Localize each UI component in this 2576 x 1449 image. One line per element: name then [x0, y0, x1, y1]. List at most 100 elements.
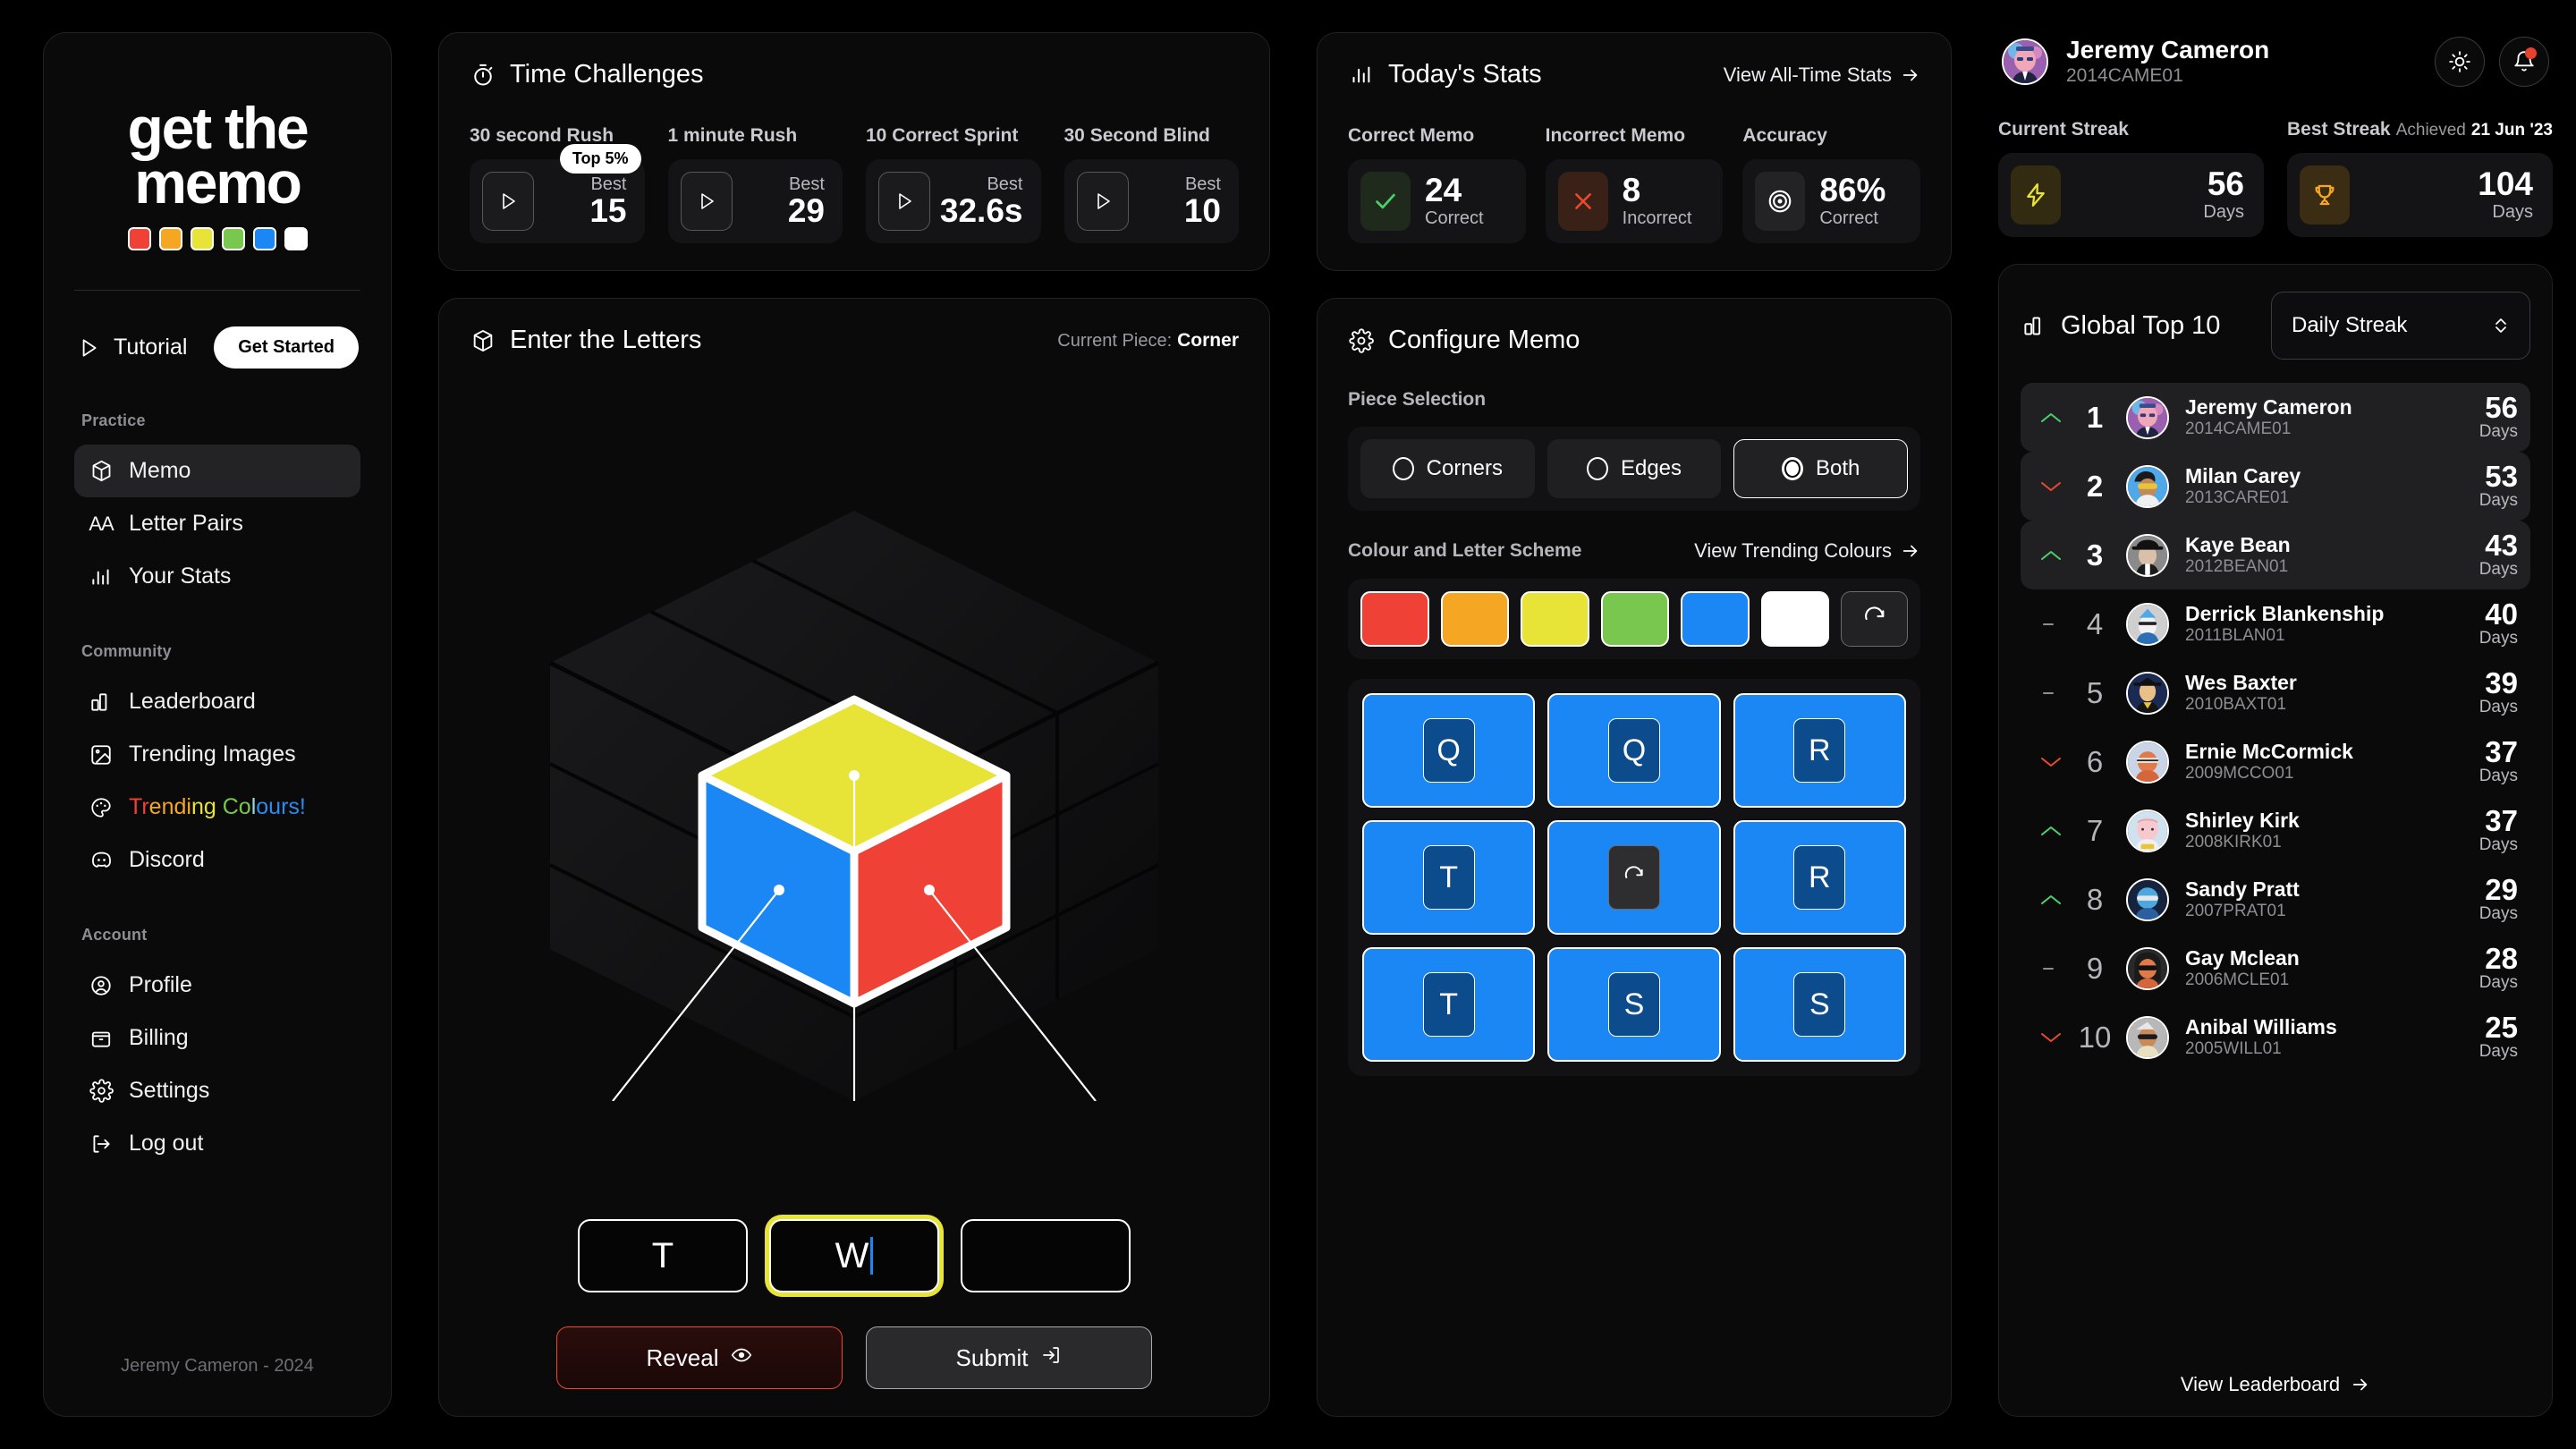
piece-option-label: Both — [1815, 456, 1860, 480]
trend-up-icon — [2033, 823, 2069, 839]
challenge-best-value: 15 — [589, 191, 627, 229]
player-id: 2007PRAT01 — [2185, 902, 2286, 921]
colour-swatch-red[interactable] — [1360, 591, 1429, 647]
player-identity: Anibal Williams 2005WILL01 — [2185, 1015, 2337, 1060]
view-all-time-stats-link[interactable]: View All-Time Stats — [1724, 64, 1920, 87]
get-started-button[interactable]: Get Started — [214, 326, 359, 369]
table-row[interactable]: 4 Derrick Blankenship 2011BLAN01 40 Days — [2021, 589, 2530, 658]
header-actions — [2435, 36, 2549, 87]
letter-cell[interactable]: T — [1362, 947, 1536, 1062]
table-row[interactable]: 2 Milan Carey 2013CARE01 53 Days — [2021, 452, 2530, 521]
table-row[interactable]: 7 Shirley Kirk 2008KIRK01 37 Days — [2021, 796, 2530, 865]
piece-option-corners[interactable]: Corners — [1360, 439, 1535, 498]
challenge-play-button[interactable] — [680, 172, 733, 231]
reveal-button[interactable]: Reveal — [556, 1326, 843, 1389]
letter-tile: Q — [1422, 718, 1475, 783]
challenge-card[interactable]: Best 29 — [667, 159, 843, 243]
leaderboard-title: Global Top 10 — [2061, 310, 2221, 340]
table-row[interactable]: 9 Gay Mclean 2006MCLE01 28 Days — [2021, 934, 2530, 1003]
challenge-best: Best 10 — [1184, 174, 1221, 229]
table-row[interactable]: 10 Anibal Williams 2005WILL01 25 Days — [2021, 1003, 2530, 1072]
submit-button[interactable]: Submit — [866, 1326, 1152, 1389]
score-unit: Days — [2479, 698, 2518, 717]
tutorial-link[interactable]: Tutorial — [76, 335, 187, 360]
cube-stage — [459, 360, 1250, 1216]
stat-label: Correct Memo — [1348, 125, 1475, 146]
table-row[interactable]: 5 Wes Baxter 2010BAXT01 39 Days — [2021, 658, 2530, 727]
view-all-time-stats-label: View All-Time Stats — [1723, 63, 1892, 86]
table-row[interactable]: 8 Sandy Pratt 2007PRAT01 29 Days — [2021, 865, 2530, 934]
leaderboard-header: Global Top 10 Daily Streak — [2021, 292, 2530, 360]
view-trending-colours-link[interactable]: View Trending Colours — [1694, 539, 1920, 563]
letter-cell[interactable]: R — [1733, 693, 1906, 808]
sidebar-item-trending-images[interactable]: Trending Images — [74, 728, 360, 781]
sidebar-item-your-stats[interactable]: Your Stats — [74, 550, 360, 603]
colour-swatch-yellow[interactable] — [1521, 591, 1589, 647]
score-value: 56 — [2485, 391, 2518, 425]
piece-option-edges[interactable]: Edges — [1546, 439, 1722, 498]
colour-swatch-white[interactable] — [1760, 591, 1830, 647]
colour-swatch-green[interactable] — [1600, 591, 1670, 647]
sidebar-item-settings[interactable]: Settings — [74, 1064, 360, 1117]
letter-cell-center[interactable] — [1547, 820, 1721, 935]
letter-cell[interactable]: T — [1362, 820, 1536, 935]
table-row[interactable]: 6 Ernie McCormick 2009MCCO01 37 Days — [2021, 727, 2530, 796]
sidebar-item-letter-pairs[interactable]: AA Letter Pairs — [74, 497, 360, 550]
challenge-card[interactable]: Best 32.6s — [866, 159, 1041, 243]
letter-cell[interactable]: Q — [1547, 693, 1721, 808]
challenge-card[interactable]: Best 10 — [1063, 159, 1239, 243]
challenge-play-button[interactable] — [482, 172, 534, 231]
letter-input-2[interactable]: W — [769, 1219, 939, 1292]
table-row[interactable]: 1 Jeremy Cameron 2014CAME01 56 Days — [2021, 383, 2530, 453]
sidebar-item-label: Trending Images — [129, 741, 296, 767]
player-score: 25 Days — [2479, 1013, 2518, 1062]
letter-input-3[interactable] — [961, 1219, 1131, 1292]
colour-swatch-blue[interactable] — [1681, 591, 1750, 647]
sidebar-item-leaderboard[interactable]: Leaderboard — [74, 675, 360, 728]
avatar[interactable] — [2002, 38, 2048, 85]
leaderboard-rows: 1 Jeremy Cameron 2014CAME01 56 Days 2 Mi… — [2021, 383, 2530, 1072]
challenge-best-label: Best — [590, 174, 627, 194]
sidebar-item-trending-colours[interactable]: Trending Colours! — [74, 781, 360, 834]
player-name: Shirley Kirk — [2185, 808, 2300, 832]
leaderboard-filter-value: Daily Streak — [2292, 313, 2408, 338]
rank: 3 — [2086, 538, 2104, 572]
notification-dot — [2525, 47, 2537, 59]
letter-cell[interactable]: R — [1733, 820, 1906, 935]
cube-visualization[interactable] — [459, 475, 1250, 1101]
table-row[interactable]: 3 Kaye Bean 2012BEAN01 43 Days — [2021, 521, 2530, 590]
reset-colours-button[interactable] — [1841, 591, 1909, 647]
challenge-play-button[interactable] — [1076, 172, 1129, 231]
challenge-play-button[interactable] — [878, 172, 930, 231]
piece-option-both[interactable]: Both — [1733, 439, 1909, 498]
sidebar-item-memo[interactable]: Memo — [74, 445, 360, 498]
challenge-card[interactable]: Top 5% Best 15 — [470, 144, 645, 243]
theme-toggle-button[interactable] — [2435, 36, 2485, 87]
letter-cell[interactable]: S — [1733, 947, 1906, 1062]
leaderboard-filter-select[interactable]: Daily Streak — [2271, 292, 2530, 360]
score-value: 28 — [2485, 942, 2518, 976]
colour-swatch-orange[interactable] — [1440, 591, 1510, 647]
score-unit: Days — [2479, 491, 2518, 511]
player-identity: Jeremy Cameron 2014CAME01 — [2185, 395, 2352, 440]
challenge-best-value: 32.6s — [939, 191, 1023, 229]
sidebar-footer: Jeremy Cameron - 2024 — [121, 1356, 314, 1376]
notifications-button[interactable] — [2499, 36, 2549, 87]
letter-input-1[interactable]: T — [578, 1219, 748, 1292]
mid-column: Today's Stats View All-Time Stats Correc… — [1317, 32, 1952, 1417]
sidebar-section-community: Community — [81, 642, 172, 661]
sidebar-item-profile[interactable]: Profile — [74, 959, 360, 1012]
sidebar-divider — [74, 290, 360, 292]
sidebar-item-discord[interactable]: Discord — [74, 834, 360, 886]
user-name: Jeremy Cameron — [2066, 36, 2270, 64]
sidebar-item-log-out[interactable]: Log out — [74, 1117, 360, 1170]
letter-cell[interactable]: Q — [1362, 693, 1536, 808]
achieved-label: Achieved — [2395, 121, 2466, 140]
view-leaderboard-link[interactable]: View Leaderboard — [2021, 1353, 2530, 1396]
current-streak-value: 56 — [2207, 165, 2244, 203]
letter-tile: T — [1422, 845, 1475, 910]
letter-cell[interactable]: S — [1547, 947, 1721, 1062]
view-trending-colours-label: View Trending Colours — [1694, 539, 1892, 562]
sidebar-item-billing[interactable]: Billing — [74, 1012, 360, 1064]
reset-letters-button[interactable] — [1607, 845, 1660, 910]
